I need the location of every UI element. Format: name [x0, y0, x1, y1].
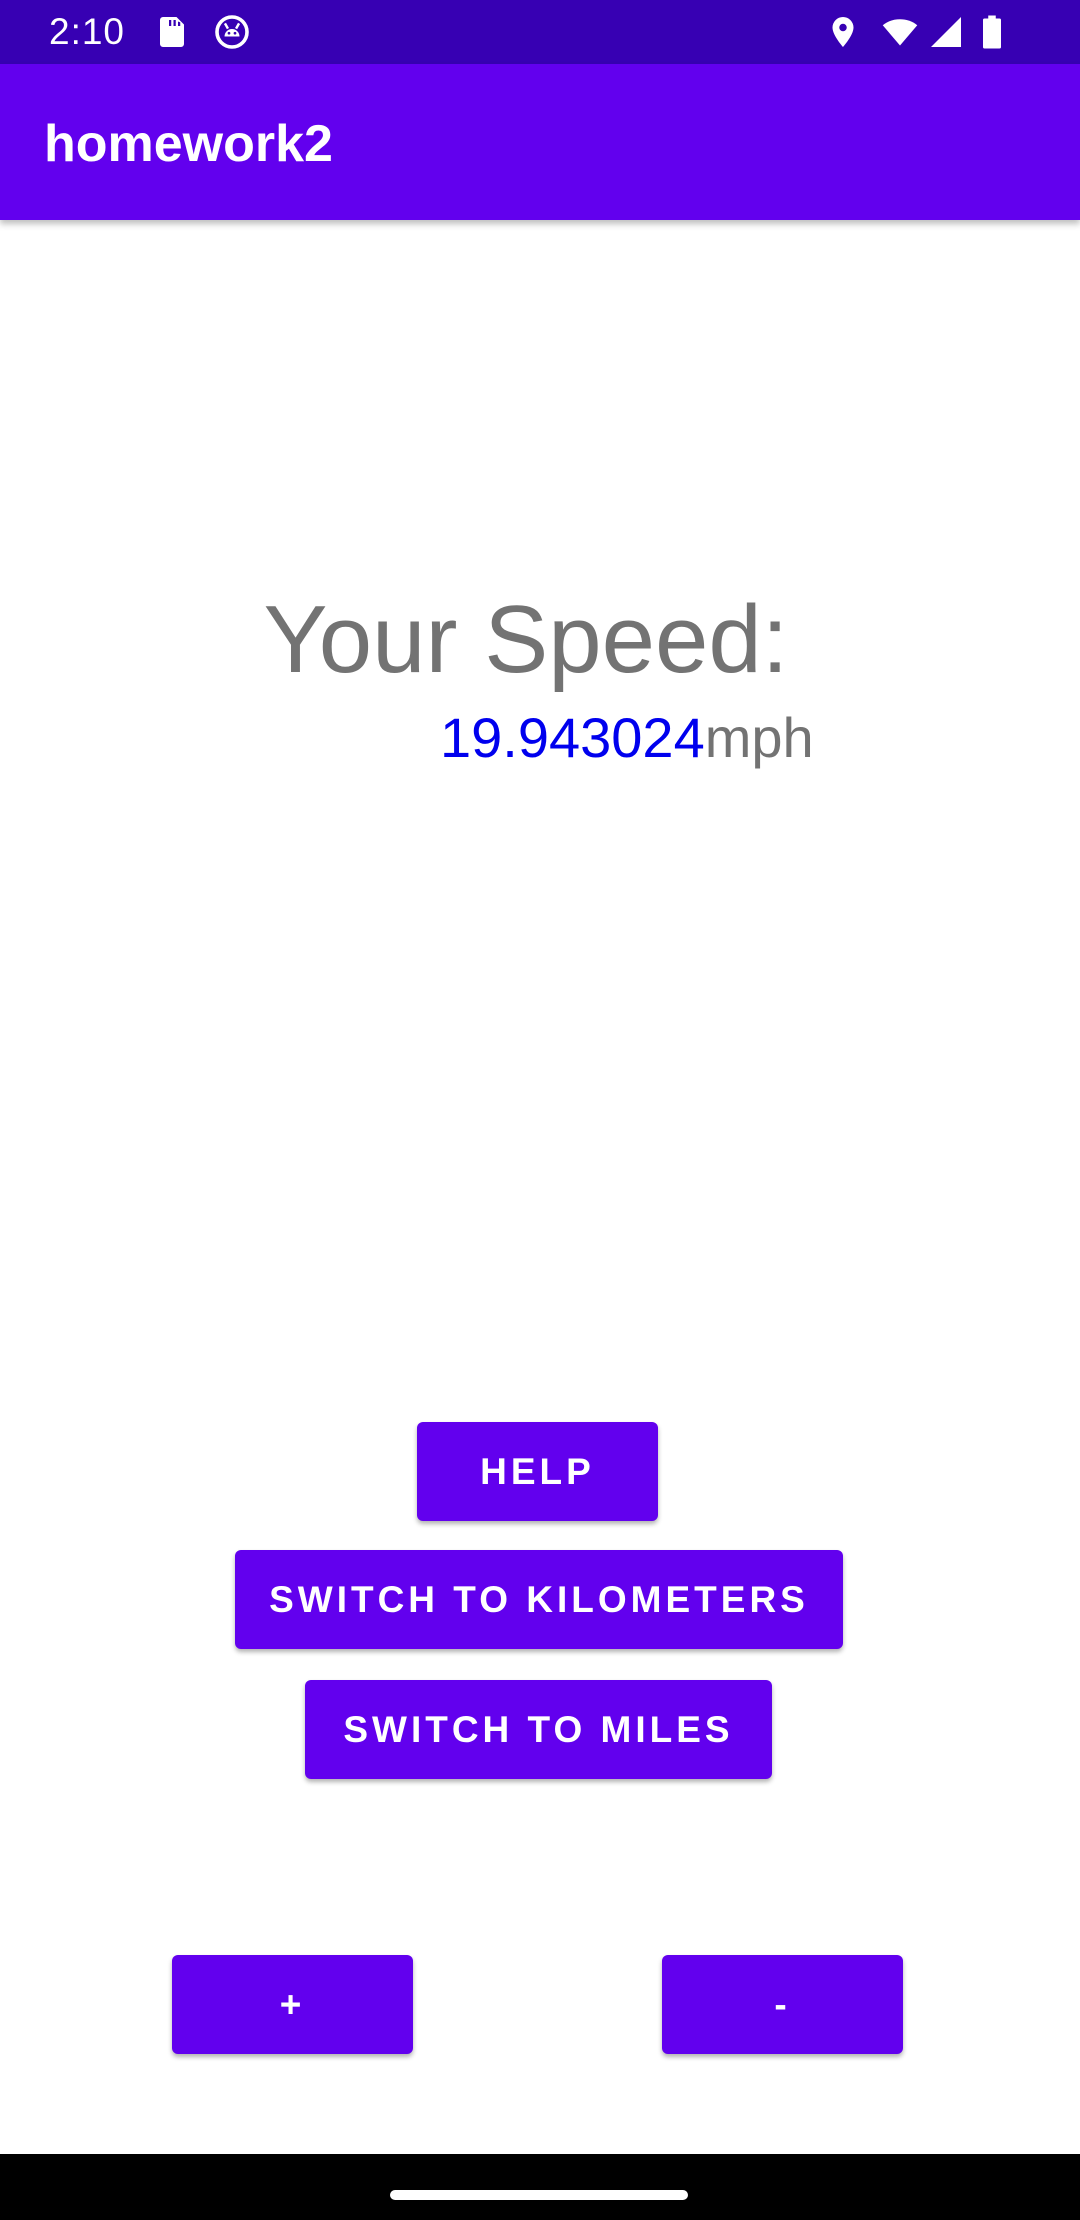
- increase-speed-button[interactable]: +: [172, 1955, 413, 2054]
- status-time: 2:10: [49, 11, 126, 52]
- app-title: homework2: [44, 115, 333, 173]
- help-button[interactable]: HELP: [417, 1422, 658, 1521]
- app-bar: homework2: [0, 64, 1080, 220]
- speed-readout: 19.943024mph: [440, 705, 814, 771]
- home-gesture-handle[interactable]: [390, 2190, 688, 2200]
- switch-to-miles-button[interactable]: SWITCH TO MILES: [305, 1680, 772, 1779]
- speed-unit: mph: [704, 706, 814, 769]
- speed-heading: Your Speed:: [263, 586, 789, 693]
- battery-icon: [978, 14, 1006, 50]
- switch-to-kilometers-button[interactable]: SWITCH TO KILOMETERS: [235, 1550, 843, 1649]
- location-icon: [825, 14, 861, 50]
- speed-value: 19.943024: [440, 706, 705, 769]
- navigation-bar: [0, 2154, 1080, 2220]
- android-debug-icon: [214, 14, 250, 50]
- sd-card-icon: [154, 14, 190, 50]
- decrease-speed-button[interactable]: -: [662, 1955, 903, 2054]
- signal-icon: [928, 14, 964, 50]
- status-bar: 2:10: [0, 0, 1080, 64]
- wifi-icon: [880, 14, 920, 50]
